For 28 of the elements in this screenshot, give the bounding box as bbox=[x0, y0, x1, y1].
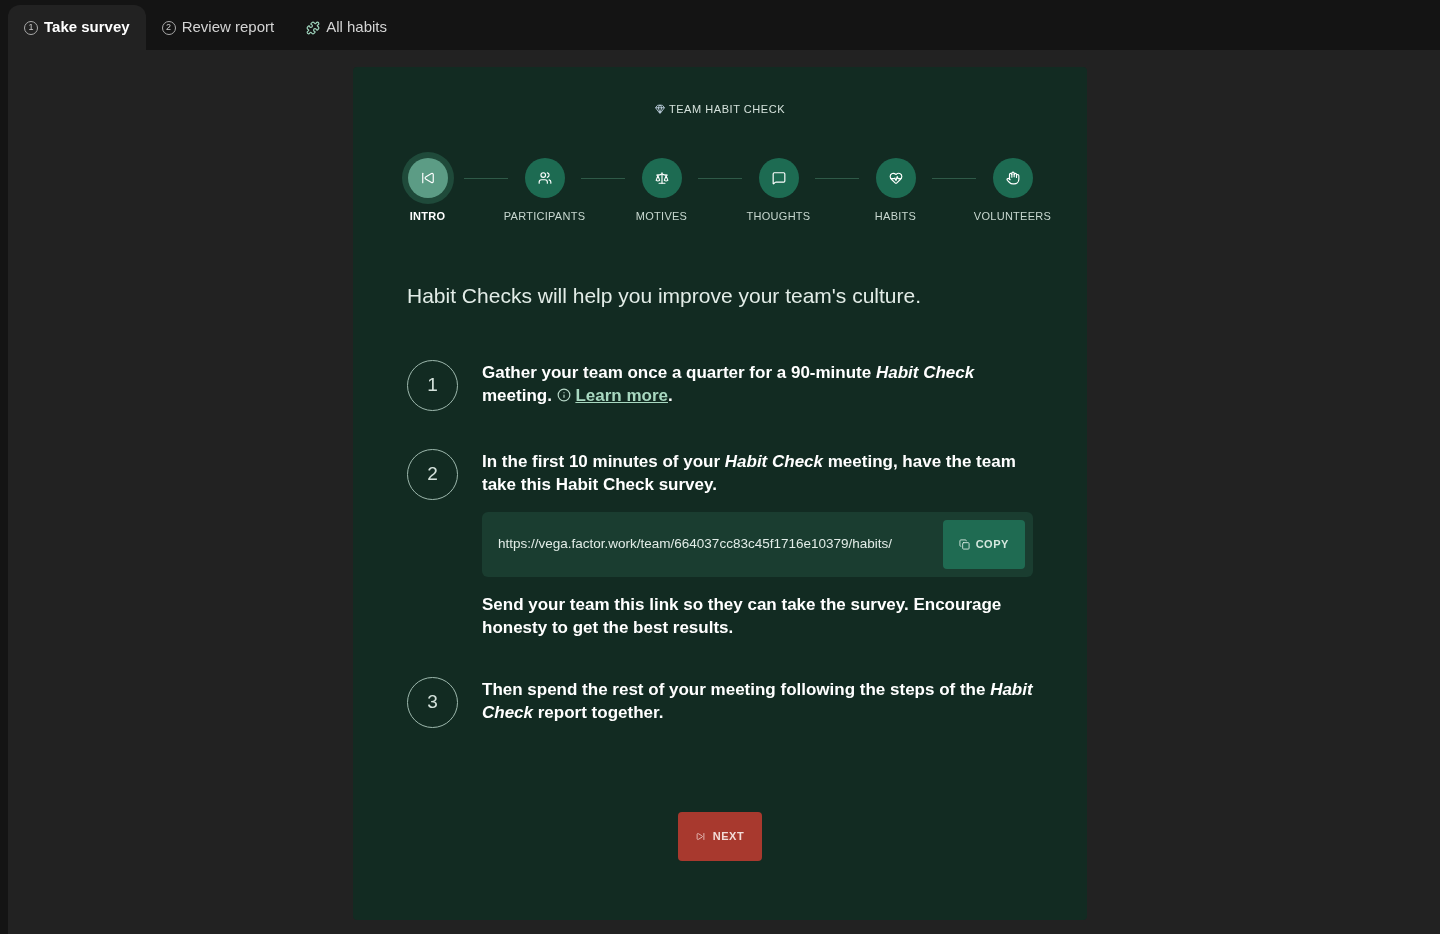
learn-more-link[interactable]: Learn more bbox=[575, 385, 668, 405]
puzzle-icon bbox=[306, 20, 321, 35]
skip-back-icon bbox=[420, 170, 435, 185]
gem-icon bbox=[654, 104, 665, 115]
intro-heading: Habit Checks will help you improve your team's culture. bbox=[407, 283, 923, 309]
step-text: Then spend the rest of your meeting following the steps of the Habit Check report together. bbox=[482, 678, 1033, 724]
tab[interactable]: 1 Take survey bbox=[8, 5, 146, 50]
survey-url: https://vega.factor.work/team/664037cc83c45f1716e10379/habits/ bbox=[498, 534, 894, 553]
chat-bubble-icon bbox=[771, 170, 786, 185]
stepper-step[interactable]: VOLUNTEERS bbox=[976, 151, 1049, 224]
hand-icon bbox=[1005, 170, 1020, 185]
heart-pulse-icon bbox=[888, 170, 903, 185]
step-text: In the first 10 minutes of your Habit Check meeting, have the team take this Habit Check survey. bbox=[482, 450, 1017, 496]
stepper-step[interactable]: HABITS bbox=[859, 151, 932, 224]
info-icon bbox=[556, 387, 571, 402]
eyebrow-title: TEAM HABIT CHECK bbox=[668, 102, 786, 117]
scale-icon bbox=[654, 170, 669, 185]
tab[interactable]: 2 Review report bbox=[145, 5, 291, 50]
people-icon bbox=[537, 170, 552, 185]
copy-icon bbox=[958, 538, 970, 550]
stepper-step[interactable]: MOTIVES bbox=[625, 151, 698, 224]
next-button[interactable]: NEXT bbox=[677, 811, 763, 861]
step-note: Send your team this link so they can take the survey. Encourage honesty to get the best results. bbox=[482, 593, 1003, 639]
step-text: Gather your team once a quarter for a 90-minute Habit Check meeting. Learn more. bbox=[482, 361, 976, 407]
stepper-step[interactable]: THOUGHTS bbox=[742, 151, 815, 224]
tab[interactable]: All habits bbox=[290, 5, 404, 50]
copy-button[interactable]: COPY bbox=[942, 519, 1025, 569]
skip-forward-icon bbox=[695, 831, 705, 841]
